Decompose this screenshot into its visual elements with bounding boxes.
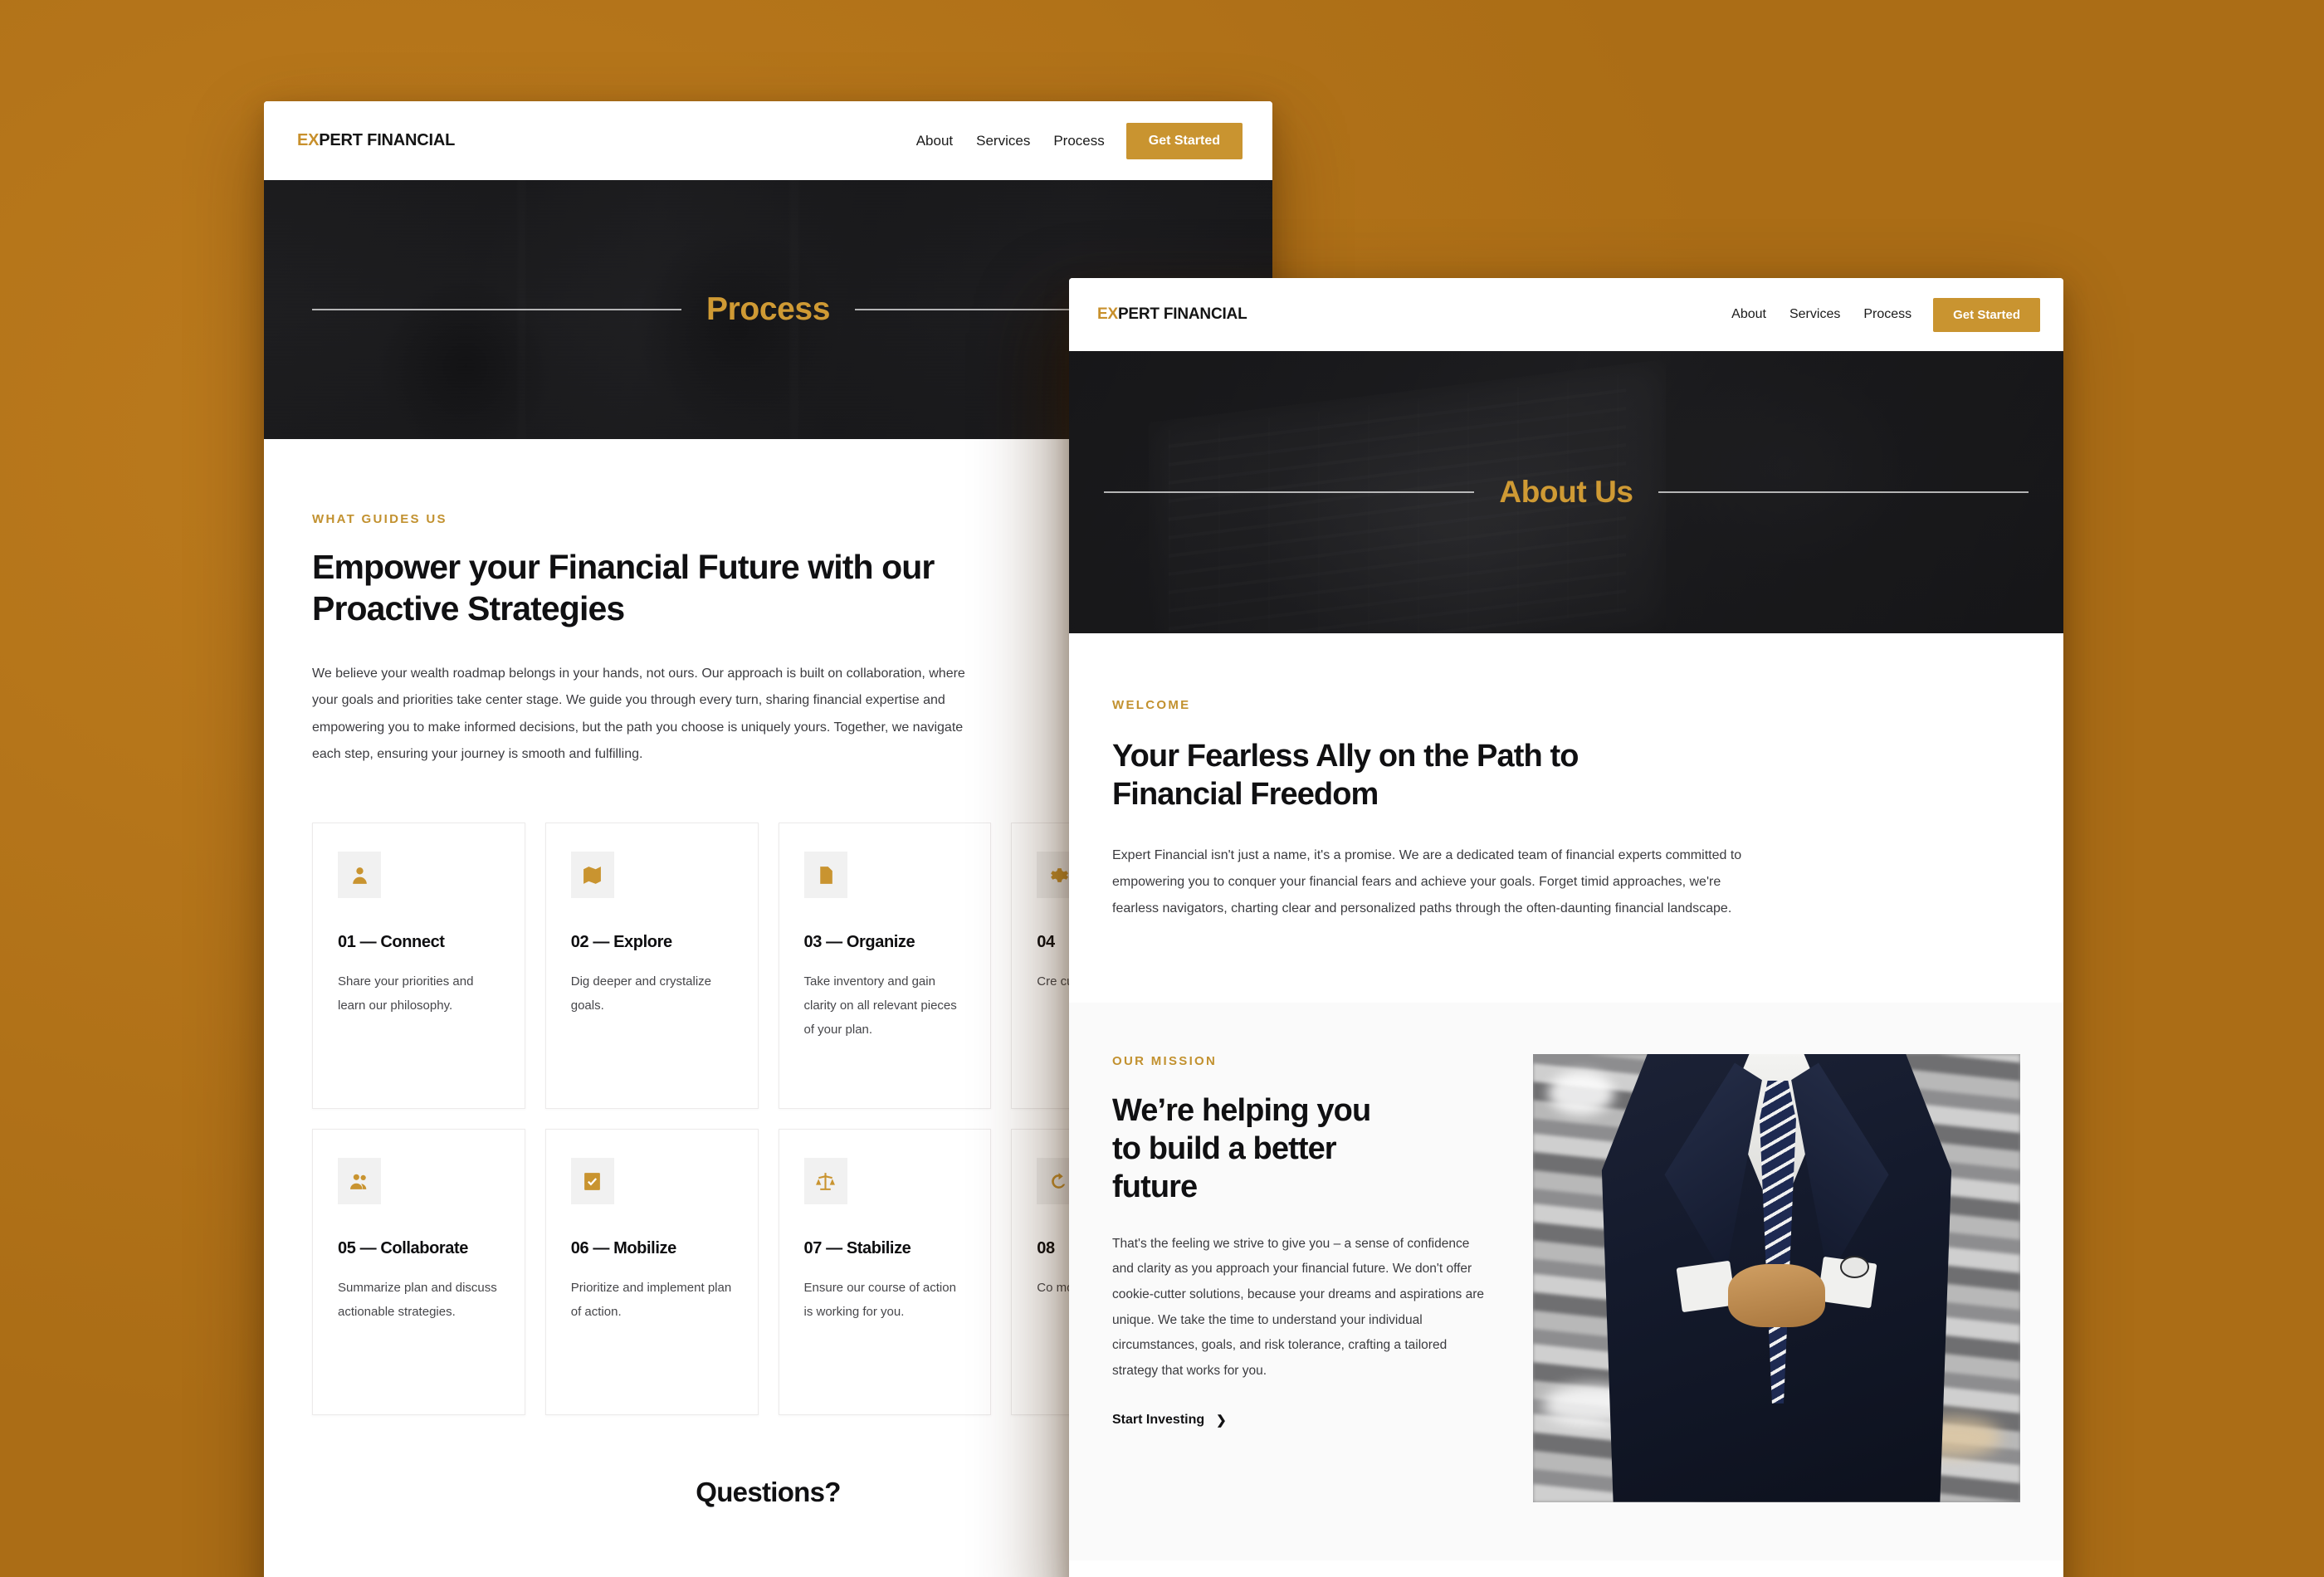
- get-started-button[interactable]: Get Started: [1933, 297, 2040, 332]
- table-row[interactable]: 05 — Collaborate Summarize plan and disc…: [312, 1129, 525, 1416]
- about-welcome-section: WELCOME Your Fearless Ally on the Path t…: [1069, 633, 2063, 1003]
- photo-highlight: [1547, 1072, 1614, 1116]
- card-title: 05 — Collaborate: [338, 1239, 468, 1258]
- process-intro-block: WHAT GUIDES US Empower your Financial Fu…: [264, 512, 1028, 768]
- hero-rule-left: [312, 309, 682, 310]
- welcome-paragraph: Expert Financial isn't just a name, it's…: [1112, 847, 1742, 916]
- logo-expert-financial[interactable]: EXPERT FINANCIAL: [297, 131, 455, 150]
- logo-rest: PERT FINANCIAL: [319, 131, 456, 149]
- intro-eyebrow: WHAT GUIDES US: [312, 512, 447, 526]
- mission-paragraph: That's the feeling we strive to give you…: [1112, 1236, 1485, 1379]
- intro-paragraph: We believe your wealth roadmap belongs i…: [312, 666, 965, 761]
- browser-window-about: EXPERT FINANCIAL About Services Process …: [1069, 278, 2063, 1577]
- about-mission-section: OUR MISSION We’re helping you to build a…: [1069, 1002, 2063, 1560]
- document-icon: [803, 852, 847, 899]
- photo-hands: [1727, 1264, 1826, 1328]
- get-started-button[interactable]: Get Started: [1125, 122, 1243, 159]
- people-icon: [338, 1158, 381, 1205]
- card-text: Ensure our course of action is working f…: [803, 1280, 956, 1320]
- logo-accent: EX: [1097, 305, 1118, 323]
- hero-rule-right: [1658, 491, 2029, 493]
- person-icon: [338, 852, 381, 899]
- nav-link-about[interactable]: About: [1731, 307, 1766, 322]
- chevron-right-icon: ❯: [1216, 1413, 1227, 1428]
- navbar-about: EXPERT FINANCIAL About Services Process …: [1069, 278, 2063, 351]
- logo-rest: PERT FINANCIAL: [1117, 305, 1247, 323]
- hero-title: About Us: [1499, 475, 1633, 509]
- card-title: 02 — Explore: [570, 933, 672, 952]
- mission-text-column: OUR MISSION We’re helping you to build a…: [1112, 1054, 1490, 1428]
- card-text: Prioritize and implement plan of action.: [570, 1280, 732, 1320]
- photo-cuff-left: [1676, 1261, 1736, 1313]
- card-text: Share your priorities and learn our phil…: [338, 974, 474, 1013]
- card-title: 01 — Connect: [338, 933, 445, 952]
- nav-link-process[interactable]: Process: [1863, 307, 1911, 322]
- start-investing-label: Start Investing: [1112, 1412, 1205, 1427]
- hero-title-row: About Us: [1069, 475, 2063, 510]
- card-text: Dig deeper and crystalize goals.: [570, 974, 712, 1013]
- card-title: 06 — Mobilize: [570, 1239, 676, 1258]
- mission-eyebrow: OUR MISSION: [1112, 1053, 1218, 1068]
- businessman-photo: [1533, 1053, 2020, 1502]
- map-icon: [570, 852, 614, 899]
- start-investing-link[interactable]: Start Investing ❯: [1112, 1413, 1227, 1428]
- table-row[interactable]: 06 — Mobilize Prioritize and implement p…: [544, 1129, 759, 1416]
- nav-link-process[interactable]: Process: [1053, 133, 1104, 149]
- nav-links-process: About Services Process: [916, 133, 1105, 149]
- table-row[interactable]: 01 — Connect Share your priorities and l…: [312, 823, 525, 1110]
- card-text: Summarize plan and discuss actionable st…: [338, 1280, 497, 1320]
- nav-links-about: About Services Process: [1731, 307, 1911, 322]
- navbar-process: EXPERT FINANCIAL About Services Process …: [264, 101, 1272, 180]
- hero-title: Process: [706, 291, 830, 327]
- table-row[interactable]: 07 — Stabilize Ensure our course of acti…: [778, 1129, 992, 1416]
- nav-link-services[interactable]: Services: [1789, 307, 1840, 322]
- table-row[interactable]: 02 — Explore Dig deeper and crystalize g…: [544, 823, 759, 1110]
- photo-watch: [1839, 1255, 1870, 1278]
- card-text: Take inventory and gain clarity on all r…: [803, 974, 957, 1038]
- nav-link-services[interactable]: Services: [976, 133, 1030, 149]
- intro-heading: Empower your Financial Future with our P…: [312, 548, 935, 628]
- card-title: 03 — Organize: [803, 933, 915, 952]
- hero-rule-left: [1104, 491, 1475, 493]
- logo-accent: EX: [297, 131, 320, 149]
- welcome-eyebrow: WELCOME: [1112, 698, 1191, 712]
- hero-about: About Us: [1069, 351, 2063, 633]
- welcome-heading: Your Fearless Ally on the Path to Financ…: [1112, 739, 1579, 813]
- table-row[interactable]: 03 — Organize Take inventory and gain cl…: [778, 823, 992, 1110]
- card-title: 07 — Stabilize: [803, 1239, 911, 1258]
- logo-expert-financial[interactable]: EXPERT FINANCIAL: [1097, 305, 1247, 324]
- mission-heading: We’re helping you to build a better futu…: [1112, 1092, 1371, 1205]
- checkbox-icon: [570, 1158, 614, 1205]
- nav-link-about[interactable]: About: [916, 133, 953, 149]
- scales-icon: [803, 1158, 847, 1205]
